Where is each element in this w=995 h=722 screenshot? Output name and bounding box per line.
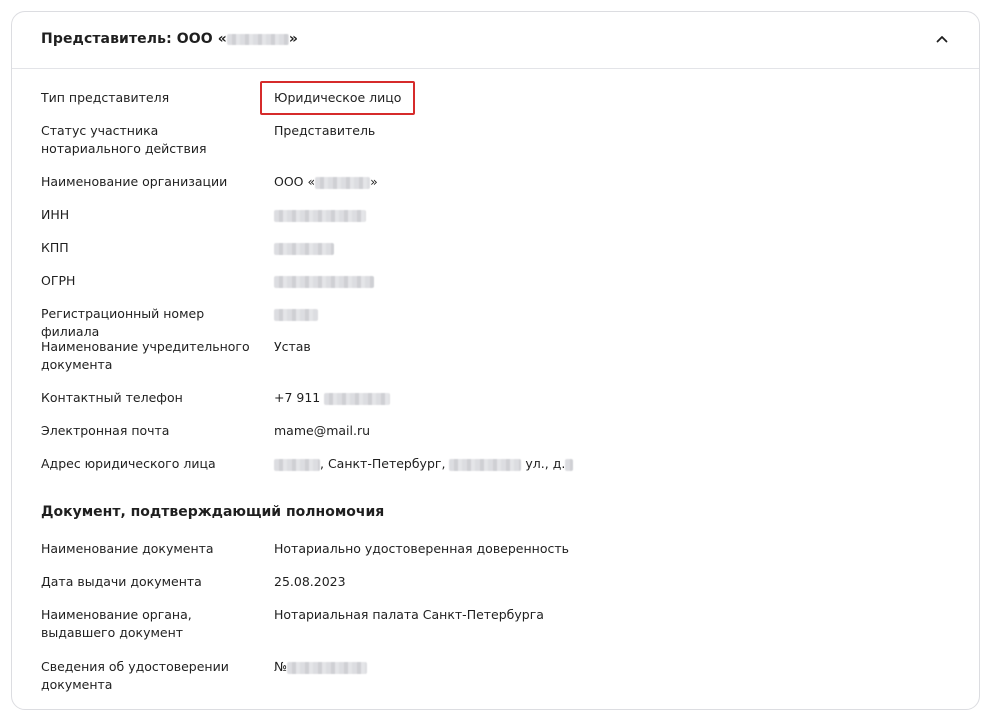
field-value: Представитель (274, 123, 376, 138)
field-label: Сведения об удостоверении документа (41, 659, 229, 692)
redacted-value (274, 242, 334, 255)
field-label: Адрес юридического лица (41, 456, 216, 471)
redacted-value (287, 661, 368, 674)
field-value (274, 206, 366, 224)
redacted-value (565, 458, 574, 471)
card-title: Представитель: ООО «» (41, 31, 299, 47)
redacted-value (274, 275, 374, 288)
redacted-value (315, 176, 371, 189)
field-label: КПП (41, 240, 69, 255)
field-value: № (274, 658, 368, 676)
field-label: Дата выдачи документа (41, 574, 202, 589)
field-value: mame@mail.ru (274, 423, 371, 438)
section-title-authority-document: Документ, подтверждающий полномочия (41, 504, 385, 520)
field-label: Тип представителя (41, 90, 170, 105)
card-header[interactable]: Представитель: ООО «» (12, 12, 979, 69)
field-label: ИНН (41, 207, 70, 222)
chevron-up-icon[interactable] (935, 32, 949, 46)
redacted-value (274, 458, 320, 471)
field-value: +7 911 (274, 389, 391, 407)
field-label: Наименование документа (41, 541, 214, 556)
field-label: Наименование организации (41, 174, 228, 189)
redacted-org-name (226, 33, 289, 45)
redacted-value (274, 209, 366, 222)
field-value: , Санкт-Петербург, ул., д. (274, 455, 574, 473)
field-label: Наименование органа, выдавшего документ (41, 607, 192, 640)
field-label: Регистрационный номер филиала (41, 306, 205, 339)
field-label: Статус участника нотариального действия (41, 123, 207, 156)
redacted-value (324, 392, 391, 405)
field-value: Нотариально удостоверенная доверенность (274, 541, 570, 556)
redacted-value (274, 308, 318, 321)
field-value (274, 305, 318, 323)
field-value (274, 272, 374, 290)
highlighted-value-box: Юридическое лицо (260, 81, 416, 115)
field-label: Наименование учредительного документа (41, 339, 250, 372)
field-value: ООО «» (274, 174, 378, 189)
field-label: ОГРН (41, 273, 76, 288)
field-value: 25.08.2023 (274, 574, 346, 589)
field-value (274, 239, 334, 257)
field-label: Электронная почта (41, 423, 170, 438)
field-value: Нотариальная палата Санкт-Петербурга (274, 607, 544, 622)
field-value: Устав (274, 339, 311, 354)
representative-card: Представитель: ООО «» Тип представителя … (11, 11, 980, 710)
redacted-value (449, 458, 522, 471)
field-label: Контактный телефон (41, 390, 183, 405)
